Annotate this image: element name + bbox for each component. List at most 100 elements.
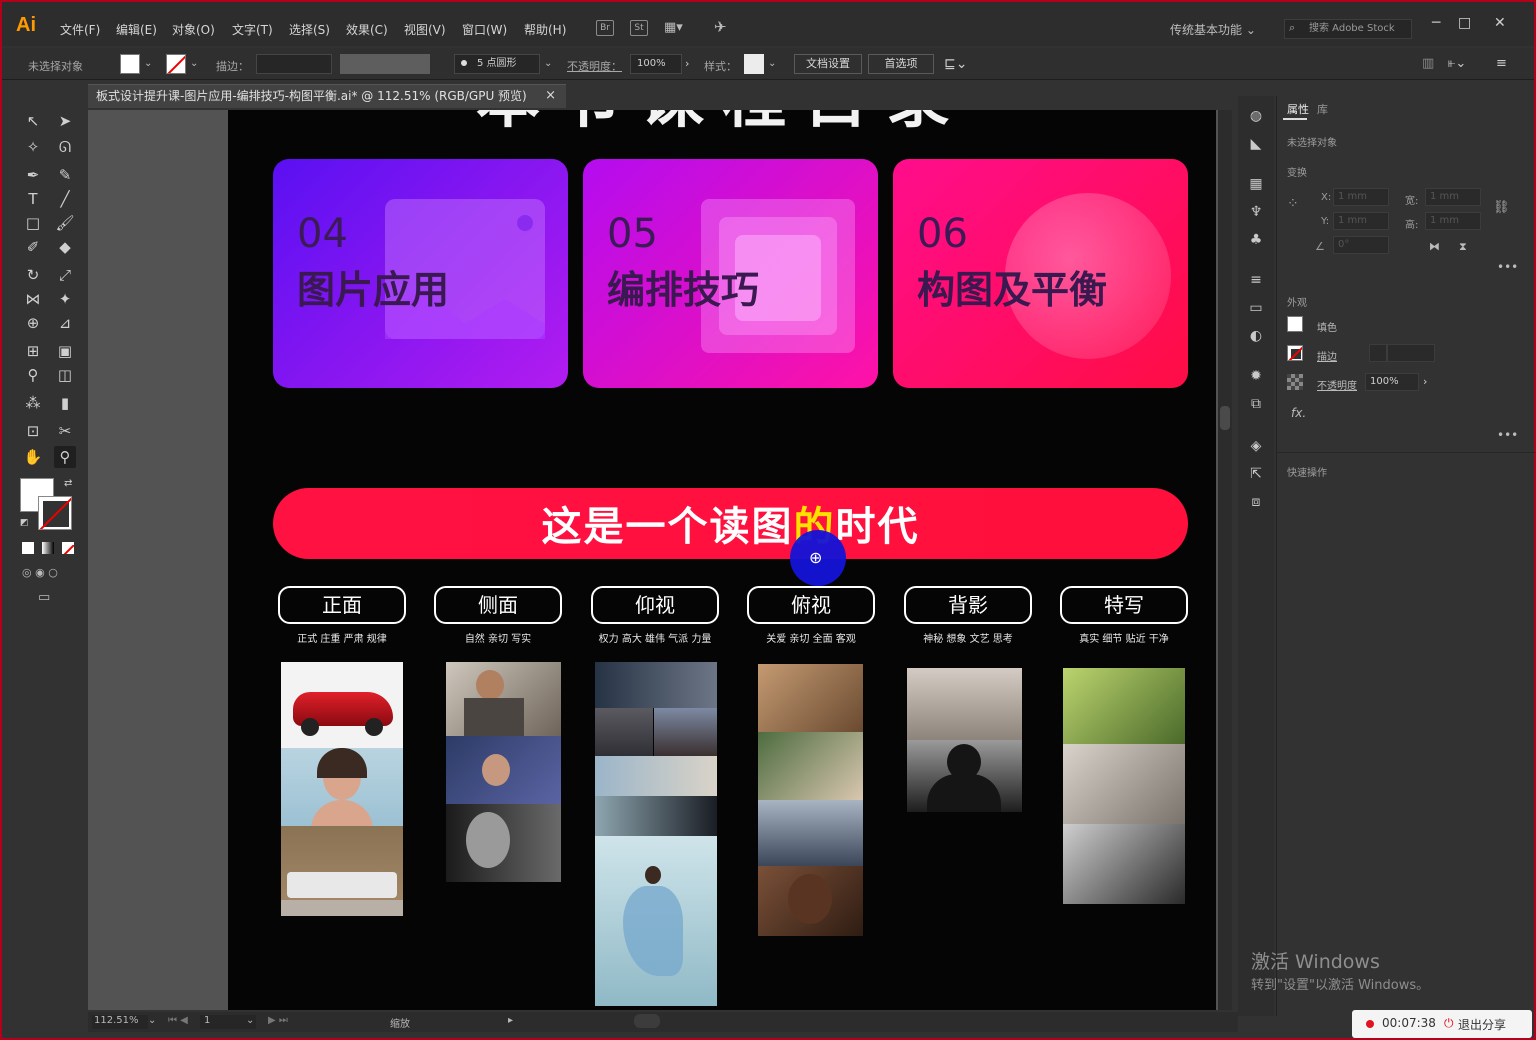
- artboard-dropdown-icon[interactable]: ⌄: [246, 1015, 254, 1026]
- symbol-sprayer-tool-icon[interactable]: ⁂: [22, 392, 44, 414]
- zoom-dropdown-icon[interactable]: ⌄: [148, 1015, 156, 1026]
- menu-help[interactable]: 帮助(H): [524, 21, 566, 38]
- minimize-button[interactable]: ─: [1432, 15, 1440, 31]
- swatches-icon[interactable]: ▦: [1246, 176, 1266, 194]
- constrain-proportions-icon[interactable]: ⛓: [1493, 200, 1510, 215]
- scale-tool-icon[interactable]: ⤢: [54, 264, 76, 286]
- type-tool-icon[interactable]: T: [22, 188, 44, 210]
- brush-dropdown-icon[interactable]: ⌄: [544, 58, 552, 69]
- flip-horizontal-icon[interactable]: ⧓: [1429, 240, 1440, 253]
- maximize-button[interactable]: □: [1458, 15, 1471, 31]
- hand-tool-icon[interactable]: ✋: [22, 446, 44, 468]
- angle-back[interactable]: 背影: [904, 586, 1032, 624]
- card-composition-balance[interactable]: 06 构图及平衡: [893, 159, 1188, 388]
- zoom-tool-icon[interactable]: ⚲: [54, 446, 76, 468]
- photo-sewing-needle[interactable]: [1063, 744, 1185, 824]
- photo-child-looking-up[interactable]: [758, 866, 863, 936]
- opacity-field[interactable]: 100%: [630, 54, 682, 74]
- opacity-expand-icon[interactable]: ›: [685, 57, 689, 70]
- stroke-weight-field[interactable]: [1387, 344, 1435, 362]
- bridge-button[interactable]: Br: [596, 20, 614, 36]
- first-artboard-icon[interactable]: ⏮ ◀: [168, 1015, 188, 1026]
- blend-tool-icon[interactable]: ◫: [54, 364, 76, 386]
- photo-sprout-closeup[interactable]: [1063, 668, 1185, 744]
- direct-selection-tool-icon[interactable]: ➤: [54, 110, 76, 132]
- appearance-more-icon[interactable]: •••: [1497, 428, 1518, 442]
- artboard-tool-icon[interactable]: ⊡: [22, 420, 44, 442]
- card-layout-skills[interactable]: 05 编排技巧: [583, 159, 878, 388]
- panel-menu-icon[interactable]: ≡: [1496, 56, 1507, 71]
- horizontal-scroll-thumb[interactable]: [634, 1014, 660, 1028]
- default-colors-icon[interactable]: ◩: [20, 518, 29, 528]
- opacity-label[interactable]: 不透明度: [1317, 377, 1357, 392]
- photo-business-leaders[interactable]: [595, 662, 717, 708]
- card-image-usage[interactable]: 04 图片应用: [273, 159, 568, 388]
- stock-button[interactable]: St: [630, 20, 648, 36]
- color-guide-icon[interactable]: ◣: [1246, 136, 1266, 154]
- photo-man-driving[interactable]: [446, 662, 561, 736]
- angle-side[interactable]: 侧面: [434, 586, 562, 624]
- rotate-tool-icon[interactable]: ↻: [22, 264, 44, 286]
- curvature-tool-icon[interactable]: ✎: [54, 164, 76, 186]
- photo-sofa[interactable]: [281, 826, 403, 916]
- variable-width-profile[interactable]: [340, 54, 430, 74]
- photo-runner[interactable]: [595, 756, 717, 796]
- stock-search-input[interactable]: 搜索 Adobe Stock: [1284, 19, 1412, 39]
- lasso-tool-icon[interactable]: ᘏ: [54, 136, 76, 158]
- stroke-swatch[interactable]: [166, 54, 186, 74]
- close-window-button[interactable]: ✕: [1494, 15, 1506, 31]
- eyedropper-tool-icon[interactable]: ⚲: [22, 364, 44, 386]
- arrange-documents-icon[interactable]: ▦▾: [664, 20, 683, 35]
- photo-woman-car-window[interactable]: [446, 736, 561, 804]
- distribute-icon[interactable]: ⫦⌄: [1448, 56, 1466, 71]
- height-field[interactable]: 1 mm: [1425, 212, 1481, 230]
- zoom-level-field[interactable]: 112.51%: [92, 1015, 148, 1029]
- appearance-icon[interactable]: ✹: [1246, 368, 1266, 386]
- column-graph-tool-icon[interactable]: ▮: [54, 392, 76, 414]
- rectangle-tool-icon[interactable]: □: [22, 212, 44, 234]
- angle-high[interactable]: 俯视: [747, 586, 875, 624]
- color-panel-icon[interactable]: ◍: [1246, 108, 1266, 126]
- menu-select[interactable]: 选择(S): [289, 21, 330, 38]
- swap-colors-icon[interactable]: ⇄: [64, 478, 72, 489]
- photo-woman-portrait[interactable]: [281, 748, 403, 826]
- photo-red-car[interactable]: [281, 662, 403, 748]
- gpu-performance-icon[interactable]: ✈: [714, 18, 727, 36]
- mesh-tool-icon[interactable]: ⊞: [22, 340, 44, 362]
- angle-front[interactable]: 正面: [278, 586, 406, 624]
- exit-share-button[interactable]: 退出分享: [1458, 1016, 1506, 1033]
- align-icon[interactable]: ▥: [1422, 56, 1434, 71]
- menu-type[interactable]: 文字(T): [232, 21, 273, 38]
- symbols-icon[interactable]: ♣: [1246, 232, 1266, 250]
- graphic-styles-icon[interactable]: ⧉: [1246, 396, 1266, 414]
- photo-dancer-blue-dress[interactable]: [595, 836, 717, 1006]
- perspective-grid-tool-icon[interactable]: ⊿: [54, 312, 76, 334]
- menu-file[interactable]: 文件(F): [60, 21, 100, 38]
- graphic-style-swatch[interactable]: [744, 54, 764, 74]
- close-tab-icon[interactable]: ×: [545, 85, 556, 107]
- reference-point-icon[interactable]: ⁘: [1287, 196, 1299, 212]
- artboards-icon[interactable]: ⧈: [1246, 494, 1266, 512]
- width-field[interactable]: 1 mm: [1425, 188, 1481, 206]
- angle-low[interactable]: 仰视: [591, 586, 719, 624]
- color-mode-icon[interactable]: [22, 542, 34, 554]
- gradient-mode-icon[interactable]: [42, 542, 54, 554]
- arrange-icon[interactable]: ⊑⌄: [944, 56, 967, 72]
- x-field[interactable]: 1 mm: [1333, 188, 1389, 206]
- style-dropdown-icon[interactable]: ⌄: [768, 58, 776, 69]
- slice-tool-icon[interactable]: ✂: [54, 420, 76, 442]
- last-artboard-icon[interactable]: ▶ ⏭: [268, 1015, 288, 1026]
- effects-fx-icon[interactable]: fx.: [1291, 406, 1306, 420]
- asset-export-icon[interactable]: ⇱: [1246, 466, 1266, 484]
- stroke-stepper[interactable]: [1369, 344, 1387, 362]
- stroke-panel-icon[interactable]: ≡: [1246, 272, 1266, 290]
- fill-swatch[interactable]: [120, 54, 140, 74]
- angle-closeup[interactable]: 特写: [1060, 586, 1188, 624]
- preferences-button[interactable]: 首选项: [868, 54, 934, 74]
- menu-view[interactable]: 视图(V): [404, 21, 446, 38]
- screen-mode-icon[interactable]: ▭: [38, 590, 50, 605]
- fill-dropdown-icon[interactable]: ⌄: [144, 58, 152, 69]
- reading-era-banner[interactable]: 这是一个读图的时代: [273, 488, 1188, 559]
- photo-beach-silhouettes[interactable]: [907, 668, 1022, 740]
- brush-definition[interactable]: 5 点圆形: [454, 54, 540, 74]
